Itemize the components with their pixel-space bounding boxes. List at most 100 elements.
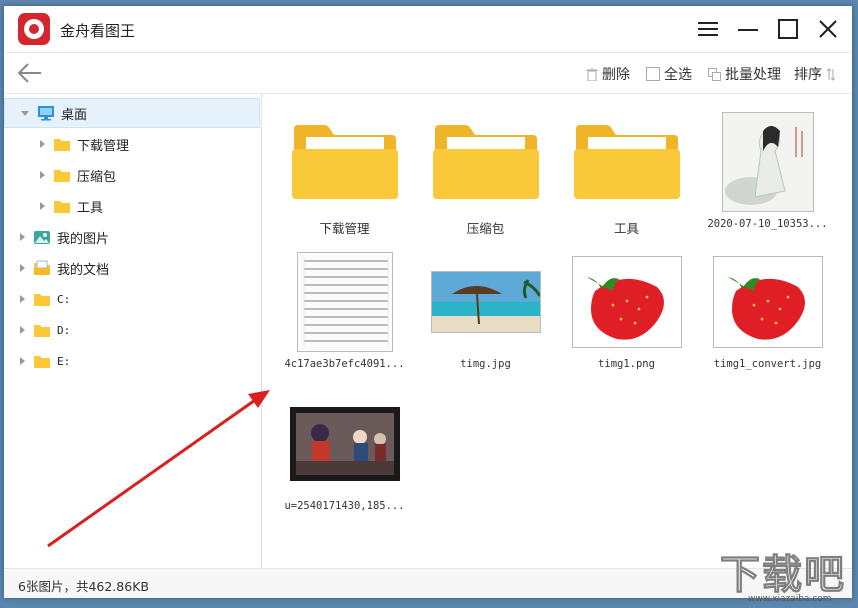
image-thumbnail: [290, 394, 400, 494]
sidebar-item-downloads[interactable]: 下载管理: [4, 129, 296, 159]
expand-arrow-icon[interactable]: [20, 264, 25, 272]
image-item-document[interactable]: 4c17ae3b7efc4091...: [282, 252, 407, 370]
app-title: 金舟看图王: [60, 20, 135, 41]
sidebar-item-archives[interactable]: 压缩包: [4, 160, 296, 190]
menu-button[interactable]: [692, 14, 724, 44]
beach-image: [431, 271, 541, 333]
sidebar-item-my-pictures[interactable]: 我的图片: [4, 222, 276, 252]
folder-thumbnail: [431, 112, 541, 212]
folder-item-archives[interactable]: 压缩包: [423, 112, 548, 237]
file-name: timg1.png: [564, 358, 689, 370]
title-bar: 金舟看图王: [4, 6, 852, 53]
file-name: timg.jpg: [423, 358, 548, 370]
toolbar: 删除 全选 批量处理 排序: [4, 53, 852, 94]
strawberry-image: [713, 256, 823, 348]
image-item-strawberry[interactable]: timg1.png: [564, 252, 689, 370]
sidebar-item-label: 桌面: [61, 104, 87, 123]
sidebar-item-desktop[interactable]: 桌面: [4, 98, 260, 128]
sidebar-item-label: E:: [57, 355, 70, 368]
expand-arrow-icon[interactable]: [21, 111, 29, 116]
maximize-button[interactable]: [772, 14, 804, 44]
expand-arrow-icon[interactable]: [40, 171, 45, 179]
sidebar-item-label: 工具: [77, 197, 103, 216]
close-button[interactable]: [812, 14, 844, 44]
strawberry-image: [572, 256, 682, 348]
batch-process-label: 批量处理: [725, 64, 781, 84]
close-icon: [818, 19, 838, 39]
file-name: 2020-07-10_10353...: [705, 218, 830, 230]
image-item-strawberry-convert[interactable]: timg1_convert.jpg: [705, 252, 830, 370]
select-all-checkbox[interactable]: [646, 67, 660, 81]
folder-thumbnail: [572, 112, 682, 212]
watermark-url: www.xiazaiba.com: [748, 594, 832, 604]
documents-icon: [33, 260, 51, 276]
portrait-image: [722, 112, 814, 212]
sort-icon: [826, 68, 836, 81]
sidebar-item-drive-c[interactable]: C:: [4, 284, 276, 314]
sidebar-item-label: 压缩包: [77, 166, 116, 185]
image-thumbnail: [431, 252, 541, 352]
image-thumbnail: [713, 252, 823, 352]
anime-image: [290, 407, 400, 481]
sort-button[interactable]: 排序: [794, 64, 836, 84]
expand-arrow-icon[interactable]: [20, 295, 25, 303]
back-arrow-icon: [16, 59, 44, 87]
handwritten-page-image: [297, 252, 393, 352]
app-logo-icon: [18, 13, 50, 45]
sidebar-item-tools[interactable]: 工具: [4, 191, 296, 221]
expand-arrow-icon[interactable]: [20, 357, 25, 365]
file-name: timg1_convert.jpg: [705, 358, 830, 370]
sidebar-item-label: 我的文档: [57, 259, 109, 278]
file-grid: 下载管理 压缩包 工具: [262, 94, 852, 568]
file-name: 压缩包: [423, 218, 548, 237]
folder-icon: [33, 354, 51, 369]
folder-icon: [290, 123, 400, 201]
sidebar-tree: 桌面 下载管理 压缩包 工具: [4, 94, 262, 568]
expand-arrow-icon[interactable]: [40, 202, 45, 210]
sidebar-item-drive-e[interactable]: E:: [4, 346, 276, 376]
file-name: 工具: [564, 218, 689, 237]
sidebar-item-label: D:: [57, 324, 70, 337]
image-item-anime[interactable]: u=2540171430,185...: [282, 394, 407, 512]
image-thumbnail: [572, 252, 682, 352]
minimize-icon: [738, 21, 758, 37]
sidebar-item-label: 下载管理: [77, 135, 129, 154]
sidebar-item-label: 我的图片: [57, 228, 109, 247]
sort-label: 排序: [794, 64, 822, 84]
folder-item-downloads[interactable]: 下载管理: [282, 112, 407, 237]
hamburger-icon: [698, 21, 718, 37]
folder-icon: [53, 137, 71, 152]
file-name: 下载管理: [282, 218, 407, 237]
desktop-icon: [37, 105, 55, 121]
select-all-label: 全选: [664, 64, 692, 84]
expand-arrow-icon[interactable]: [20, 326, 25, 334]
sidebar-item-drive-d[interactable]: D:: [4, 315, 276, 345]
batch-process-button[interactable]: 批量处理: [708, 64, 781, 84]
trash-icon: [586, 68, 598, 81]
folder-icon: [53, 168, 71, 183]
pictures-icon: [33, 229, 51, 245]
folder-icon: [572, 123, 682, 201]
watermark-logo: 下载吧: [720, 542, 850, 600]
expand-arrow-icon[interactable]: [20, 233, 25, 241]
folder-item-tools[interactable]: 工具: [564, 112, 689, 237]
status-text: 6张图片，共462.86KB: [18, 576, 149, 595]
maximize-icon: [778, 19, 798, 39]
image-thumbnail: [290, 252, 400, 352]
delete-label: 删除: [602, 64, 630, 84]
folder-thumbnail: [290, 112, 400, 212]
delete-button[interactable]: 删除: [586, 64, 630, 84]
image-item-beach[interactable]: timg.jpg: [423, 252, 548, 370]
minimize-button[interactable]: [732, 14, 764, 44]
expand-arrow-icon[interactable]: [40, 140, 45, 148]
folder-icon: [431, 123, 541, 201]
image-item-screenshot[interactable]: 2020-07-10_10353...: [705, 112, 830, 230]
folder-icon: [33, 323, 51, 338]
select-all-button[interactable]: 全选: [646, 64, 692, 84]
sidebar-item-my-documents[interactable]: 我的文档: [4, 253, 276, 283]
batch-icon: [708, 68, 721, 81]
sidebar-item-label: C:: [57, 293, 70, 306]
back-button[interactable]: [16, 59, 46, 87]
image-thumbnail: [713, 112, 823, 212]
folder-icon: [53, 199, 71, 214]
